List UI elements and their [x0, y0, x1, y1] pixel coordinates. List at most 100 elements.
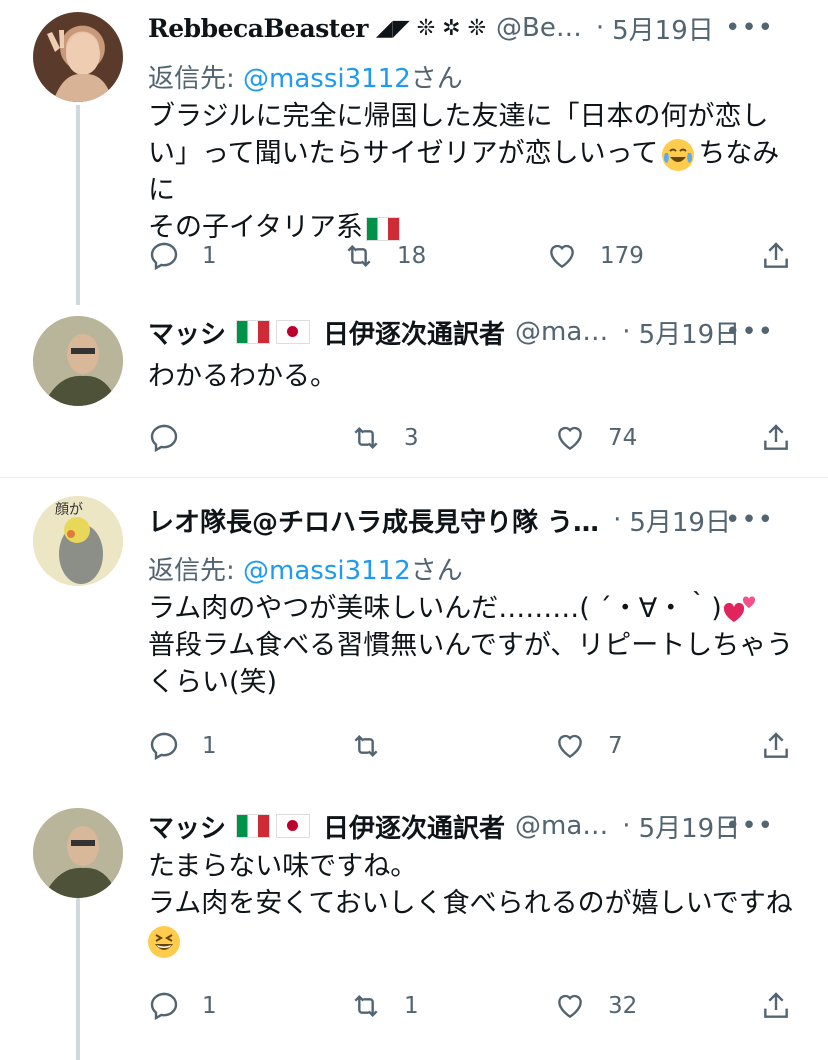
separator-dot: · — [622, 811, 631, 841]
text-line — [148, 922, 798, 959]
share-icon — [764, 992, 788, 1018]
heart-icon — [550, 244, 574, 269]
retweet-button[interactable] — [350, 724, 404, 768]
heart-icon — [558, 734, 582, 759]
share-button[interactable] — [760, 724, 814, 768]
more-options-icon[interactable]: ••• — [725, 811, 774, 841]
tweet-date[interactable]: 5月19日 — [629, 502, 731, 539]
text-line: い」って聞いたらサイゼリアが恋しいって ちなみに — [148, 138, 780, 206]
tweet-header: マッシ 日伊逐次通訳者 @ma… · 5月19日 ••• — [148, 312, 808, 352]
avatar[interactable]: 顔が — [33, 496, 123, 586]
reply-suffix: さん — [410, 556, 463, 586]
tweet-header: マッシ 日伊逐次通訳者 @ma… · 5月19日 ••• — [148, 806, 808, 846]
reply-count: 1 — [202, 733, 217, 759]
retweet-count: 18 — [397, 243, 427, 269]
reply-mention[interactable]: @massi3112 — [243, 64, 411, 94]
tweet-actions: 3 74 — [148, 416, 808, 460]
display-name[interactable]: レオ隊長@チロハラ成長見守り隊 う… — [148, 502, 599, 539]
reply-icon — [150, 732, 178, 761]
user-handle[interactable]: @ma… — [515, 811, 608, 841]
retweet-count: 3 — [404, 425, 419, 451]
two-hearts-emoji-icon — [722, 594, 758, 626]
italy-flag-icon — [236, 814, 271, 838]
tweet-text: たまらない味ですね。 ラム肉を安くておいしく食べられるのが嬉しいですね — [148, 848, 798, 959]
reply-to: 返信先: @massi3112さん — [148, 550, 463, 587]
display-name[interactable]: RebbecaBeaster — [148, 14, 368, 43]
retweet-count: 1 — [404, 993, 419, 1019]
reply-count: 1 — [202, 993, 217, 1019]
more-options-icon[interactable]: ••• — [725, 13, 774, 43]
share-button[interactable] — [760, 984, 814, 1028]
like-button[interactable]: 7 — [554, 724, 623, 768]
grinning-squinting-emoji-icon — [148, 925, 180, 958]
name-suffix: 日伊逐次通訳者 — [323, 813, 506, 844]
avatar[interactable] — [33, 808, 123, 898]
tweet-text: ラム肉のやつが美味しいんだ………( ´・∀・｀) 普段ラム食べる習慣無いんですが… — [148, 590, 798, 701]
like-count: 32 — [608, 993, 638, 1019]
reply-suffix: さん — [410, 64, 463, 94]
reply-icon — [150, 424, 178, 453]
share-button[interactable] — [760, 416, 814, 460]
heart-icon — [558, 994, 582, 1019]
share-icon — [764, 424, 788, 450]
japan-flag-icon — [276, 814, 311, 838]
separator-dot: · — [622, 317, 631, 347]
text-line: くらい(笑) — [148, 667, 278, 698]
reply-button[interactable]: 1 — [148, 984, 217, 1028]
tweet[interactable]: マッシ 日伊逐次通訳者 @ma… · 5月19日 ••• わかるわかる。 3 7… — [0, 300, 828, 477]
reply-count: 1 — [202, 243, 217, 269]
retweet-icon — [354, 994, 378, 1018]
name-symbols: ◢◤ ❊ ✲ ❊ — [375, 15, 487, 41]
tweet-text: ブラジルに完全に帰国した友達に「日本の何が恋し い」って聞いたらサイゼリアが恋し… — [148, 98, 798, 246]
like-count: 7 — [608, 733, 623, 759]
like-count: 74 — [608, 425, 638, 451]
reply-button[interactable] — [148, 416, 202, 460]
text-line: ラム肉を安くておいしく食べられるのが嬉しいですね — [148, 888, 793, 919]
like-button[interactable]: 32 — [554, 984, 637, 1028]
tweet-actions: 1 7 — [148, 724, 808, 768]
retweet-button[interactable]: 3 — [350, 416, 419, 460]
text-line: ラム肉のやつが美味しいんだ………( ´・∀・｀) — [148, 590, 798, 627]
like-button[interactable]: 74 — [554, 416, 637, 460]
retweet-button[interactable]: 18 — [343, 234, 426, 278]
tweet[interactable]: マッシ 日伊逐次通訳者 @ma… · 5月19日 ••• たまらない味ですね。 … — [0, 790, 828, 1060]
user-handle[interactable]: @Be… — [496, 13, 582, 43]
share-icon — [764, 242, 788, 268]
heart-icon — [558, 426, 582, 451]
reply-mention[interactable]: @massi3112 — [243, 556, 411, 586]
svg-text:顔が: 顔が — [55, 502, 83, 518]
display-name[interactable]: マッシ — [148, 808, 226, 845]
avatar[interactable] — [33, 316, 123, 406]
tweet[interactable]: 顔が レオ隊長@チロハラ成長見守り隊 う… · 5月19日 ••• 返信先: @… — [0, 478, 828, 790]
name-suffix: 日伊逐次通訳者 — [323, 319, 506, 350]
retweet-icon — [347, 244, 371, 268]
retweet-button[interactable]: 1 — [350, 984, 419, 1028]
user-handle[interactable]: @ma… — [515, 317, 608, 347]
tears-of-joy-emoji-icon — [662, 138, 695, 171]
separator-dot: · — [595, 13, 605, 43]
tweet[interactable]: RebbecaBeaster ◢◤ ❊ ✲ ❊ @Be… · 5月19日 •••… — [0, 0, 828, 300]
text-line: たまらない味ですね。 — [148, 851, 418, 882]
retweet-icon — [354, 426, 378, 450]
more-options-icon[interactable]: ••• — [725, 505, 774, 535]
display-name[interactable]: マッシ — [148, 314, 226, 351]
reply-icon — [150, 242, 178, 271]
reply-icon — [150, 992, 178, 1021]
retweet-icon — [354, 734, 378, 758]
text-line: わかるわかる。 — [148, 361, 337, 392]
reply-button[interactable]: 1 — [148, 724, 217, 768]
separator-dot: · — [613, 505, 622, 535]
japan-flag-icon — [276, 320, 311, 344]
tweet-date[interactable]: 5月19日 — [612, 10, 714, 47]
like-count: 179 — [600, 243, 644, 269]
like-button[interactable]: 179 — [546, 234, 644, 278]
avatar[interactable] — [33, 12, 123, 102]
reply-prefix: 返信先: — [148, 64, 244, 94]
more-options-icon[interactable]: ••• — [725, 317, 774, 347]
tweet-text: わかるわかる。 — [148, 358, 798, 395]
text-line: 普段ラム食べる習慣無いんですが、リピートしちゃう — [148, 630, 794, 661]
reply-button[interactable]: 1 — [148, 234, 217, 278]
reply-prefix: 返信先: — [148, 556, 244, 586]
italy-flag-icon — [236, 320, 271, 344]
share-button[interactable] — [760, 234, 814, 278]
